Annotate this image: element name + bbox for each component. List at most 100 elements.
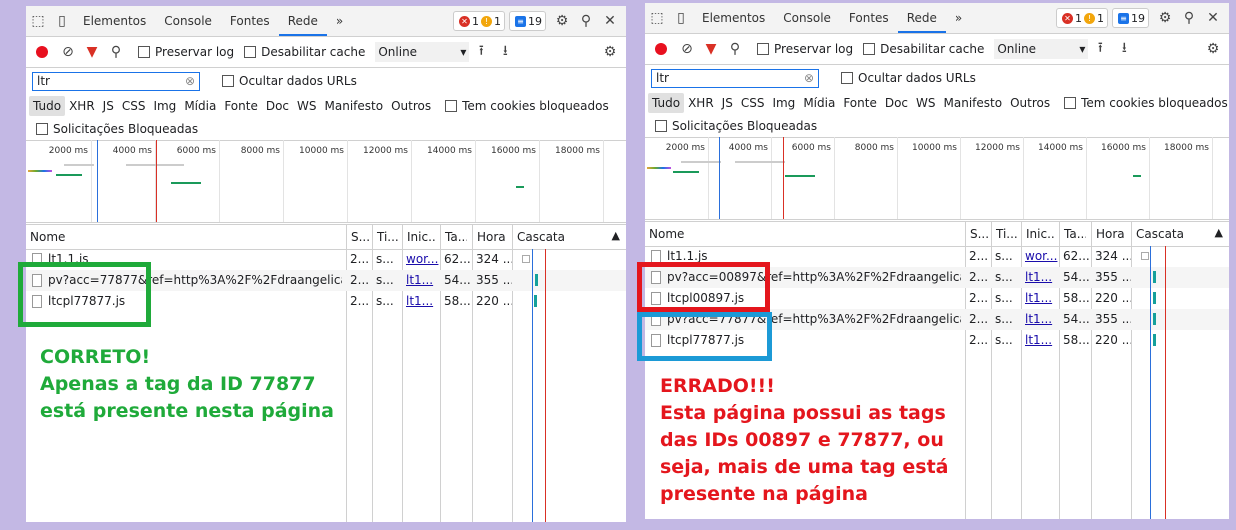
device-toggle-icon[interactable]: ▯: [669, 6, 693, 30]
blocked-cookies-checkbox[interactable]: [1064, 97, 1077, 109]
column-nome[interactable]: Nome: [645, 222, 965, 246]
tab-console[interactable]: Console: [774, 3, 840, 33]
device-toggle-icon[interactable]: ▯: [50, 9, 74, 33]
hide-data-urls-checkbox[interactable]: [222, 75, 234, 87]
filter-input[interactable]: ltr ⊗: [32, 71, 200, 91]
type-filter-tudo[interactable]: Tudo: [648, 93, 685, 113]
import-icon[interactable]: ⭱: [469, 40, 493, 64]
more-tabs-icon[interactable]: »: [327, 6, 352, 36]
preserve-log-checkbox[interactable]: [138, 46, 150, 58]
tab-console[interactable]: Console: [155, 6, 221, 36]
type-filter-outros[interactable]: Outros: [387, 99, 435, 113]
clear-icon[interactable]: ⊘: [56, 40, 80, 64]
export-icon[interactable]: ⭳: [493, 40, 517, 64]
type-filter-fonte[interactable]: Fonte: [220, 99, 262, 113]
throttling-select[interactable]: Online ▾: [375, 42, 470, 62]
filter-icon[interactable]: ▼: [699, 37, 723, 61]
import-icon[interactable]: ⭱: [1088, 37, 1112, 61]
clear-icon[interactable]: ⊘: [675, 37, 699, 61]
column-hora[interactable]: Hora: [472, 225, 511, 249]
column-tamanho[interactable]: Ta...: [440, 225, 467, 249]
column-hora[interactable]: Hora: [1091, 222, 1130, 246]
disable-cache-checkbox[interactable]: [244, 46, 257, 58]
inspect-icon[interactable]: ⬚: [645, 6, 669, 30]
disable-cache-checkbox[interactable]: [863, 43, 876, 55]
feedback-icon[interactable]: ⚲: [1177, 6, 1201, 30]
type-filter-css[interactable]: CSS: [737, 96, 769, 110]
column-status[interactable]: S...: [965, 222, 990, 246]
issues-counter[interactable]: ✕ 1 ! 1: [453, 11, 505, 31]
initiator-link[interactable]: lt1...: [1021, 309, 1059, 330]
blocked-requests-checkbox[interactable]: [655, 120, 667, 132]
type-filter-xhr[interactable]: XHR: [684, 96, 718, 110]
network-settings-gear-icon[interactable]: ⚙: [598, 40, 622, 64]
type-filter-xhr[interactable]: XHR: [65, 99, 99, 113]
sort-arrow-icon[interactable]: ▲: [1215, 226, 1223, 239]
type-filter-tudo[interactable]: Tudo: [29, 96, 66, 116]
inspect-icon[interactable]: ⬚: [26, 9, 50, 33]
type-filter-ws[interactable]: WS: [293, 99, 320, 113]
type-filter-js[interactable]: JS: [99, 99, 118, 113]
gear-icon[interactable]: ⚙: [550, 9, 574, 33]
type-filter-img[interactable]: Img: [768, 96, 799, 110]
type-filter-midia[interactable]: Mídia: [799, 96, 839, 110]
close-icon[interactable]: ✕: [598, 9, 622, 33]
timeline-overview[interactable]: 2000 ms 4000 ms 6000 ms 8000 ms 10000 ms…: [645, 137, 1229, 220]
type-filter-doc[interactable]: Doc: [881, 96, 912, 110]
messages-counter[interactable]: ≡ 19: [1112, 8, 1149, 28]
column-tipo[interactable]: Ti...: [372, 225, 399, 249]
preserve-log-checkbox[interactable]: [757, 43, 769, 55]
tab-rede[interactable]: Rede: [897, 3, 946, 33]
column-tipo[interactable]: Ti...: [991, 222, 1018, 246]
hide-data-urls-checkbox[interactable]: [841, 72, 853, 84]
filter-input[interactable]: ltr ⊗: [651, 68, 819, 88]
feedback-icon[interactable]: ⚲: [574, 9, 598, 33]
column-cascata[interactable]: Cascata: [512, 225, 587, 249]
blocked-cookies-checkbox[interactable]: [445, 100, 458, 112]
blocked-requests-checkbox[interactable]: [36, 123, 48, 135]
gear-icon[interactable]: ⚙: [1153, 6, 1177, 30]
record-icon[interactable]: [655, 43, 667, 55]
tab-elementos[interactable]: Elementos: [693, 3, 774, 33]
messages-counter[interactable]: ≡ 19: [509, 11, 546, 31]
tab-rede[interactable]: Rede: [278, 6, 327, 36]
issues-counter[interactable]: ✕ 1 ! 1: [1056, 8, 1108, 28]
type-filter-outros[interactable]: Outros: [1006, 96, 1054, 110]
export-icon[interactable]: ⭳: [1112, 37, 1136, 61]
column-iniciador[interactable]: Inic...: [402, 225, 437, 249]
type-filter-css[interactable]: CSS: [118, 99, 150, 113]
record-icon[interactable]: [36, 46, 48, 58]
initiator-link[interactable]: lt1...: [1021, 267, 1059, 288]
initiator-link[interactable]: lt1...: [1021, 330, 1059, 351]
column-iniciador[interactable]: Inic...: [1021, 222, 1056, 246]
initiator-link[interactable]: lt1...: [402, 291, 440, 312]
type-filter-midia[interactable]: Mídia: [180, 99, 220, 113]
type-filter-doc[interactable]: Doc: [262, 99, 293, 113]
type-filter-js[interactable]: JS: [718, 96, 737, 110]
column-tamanho[interactable]: Ta...: [1059, 222, 1086, 246]
close-icon[interactable]: ✕: [1201, 6, 1225, 30]
filter-icon[interactable]: ▼: [80, 40, 104, 64]
tab-fontes[interactable]: Fontes: [840, 3, 898, 33]
column-status[interactable]: S...: [346, 225, 371, 249]
type-filter-img[interactable]: Img: [149, 99, 180, 113]
type-filter-ws[interactable]: WS: [912, 96, 939, 110]
timeline-overview[interactable]: 2000 ms 4000 ms 6000 ms 8000 ms 10000 ms…: [26, 140, 626, 223]
search-icon[interactable]: ⚲: [104, 40, 128, 64]
search-icon[interactable]: ⚲: [723, 37, 747, 61]
initiator-link[interactable]: lt1...: [402, 270, 440, 291]
type-filter-fonte[interactable]: Fonte: [839, 96, 881, 110]
type-filter-manifesto[interactable]: Manifesto: [940, 96, 1007, 110]
tab-fontes[interactable]: Fontes: [221, 6, 279, 36]
network-settings-gear-icon[interactable]: ⚙: [1201, 37, 1225, 61]
tab-elementos[interactable]: Elementos: [74, 6, 155, 36]
initiator-link[interactable]: wor...: [1021, 246, 1059, 267]
throttling-select[interactable]: Online ▾: [994, 39, 1089, 59]
initiator-link[interactable]: wor...: [402, 249, 440, 270]
initiator-link[interactable]: lt1...: [1021, 288, 1059, 309]
column-nome[interactable]: Nome: [26, 225, 346, 249]
type-filter-manifesto[interactable]: Manifesto: [321, 99, 388, 113]
sort-arrow-icon[interactable]: ▲: [612, 229, 620, 242]
more-tabs-icon[interactable]: »: [946, 3, 971, 33]
column-cascata[interactable]: Cascata: [1131, 222, 1206, 246]
